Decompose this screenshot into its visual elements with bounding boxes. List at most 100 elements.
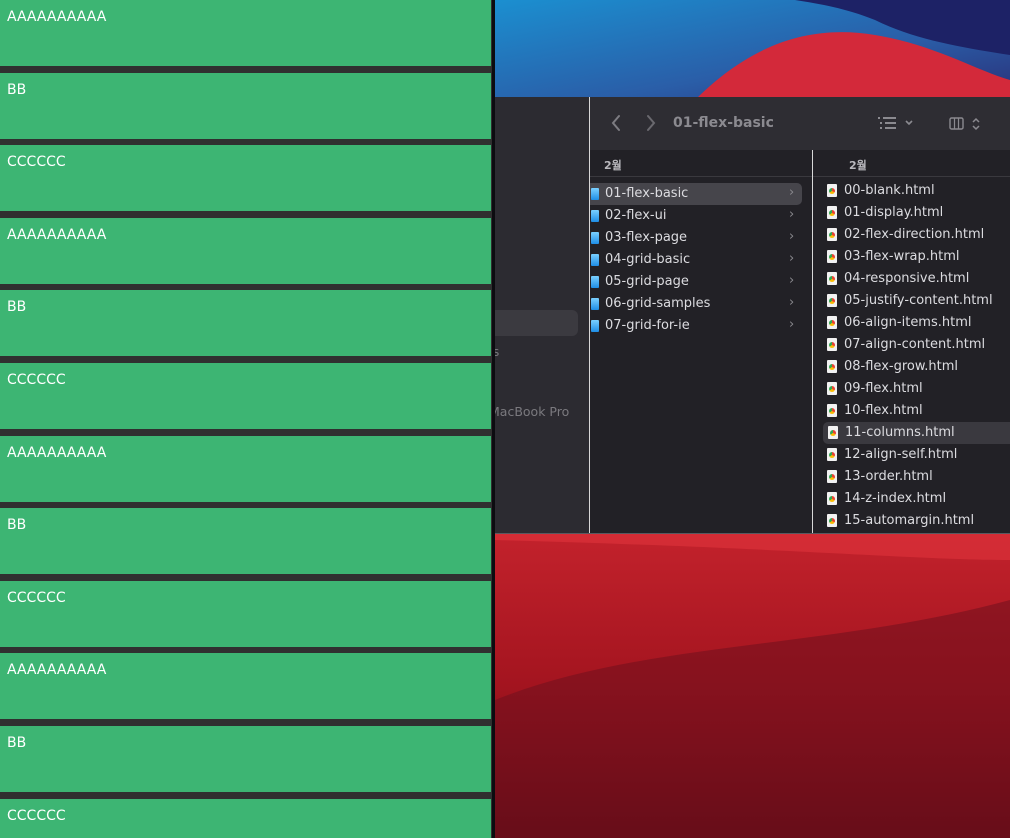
html-file-icon	[827, 360, 837, 373]
file-row[interactable]: 08-flex-grow.html	[822, 356, 1010, 378]
file-label: 02-flex-direction.html	[844, 227, 985, 242]
file-row[interactable]: 07-align-content.html	[822, 334, 1010, 356]
html-file-icon	[827, 492, 837, 505]
file-label: 04-responsive.html	[844, 271, 970, 286]
flex-item: CCCCCC	[0, 145, 491, 211]
html-file-icon	[827, 382, 837, 395]
file-label: 15-automargin.html	[844, 513, 975, 528]
folder-row[interactable]: 02-flex-ui ›	[590, 205, 802, 227]
file-label: 11-columns.html	[845, 425, 955, 440]
finder-toolbar: 01-flex-basic	[590, 97, 1010, 150]
html-file-icon	[827, 250, 837, 263]
flex-item: CCCCCC	[0, 799, 491, 838]
folder-label: 01-flex-basic	[605, 186, 689, 201]
chevron-right-icon: ›	[789, 273, 795, 288]
file-label: 12-align-self.html	[844, 447, 958, 462]
flex-item: CCCCCC	[0, 581, 491, 647]
file-row[interactable]: 10-flex.html	[822, 400, 1010, 422]
html-file-icon	[827, 514, 837, 527]
file-row[interactable]: 03-flex-wrap.html	[822, 246, 1010, 268]
folder-icon	[591, 210, 599, 222]
html-file-icon	[827, 448, 837, 461]
file-row[interactable]: 09-flex.html	[822, 378, 1010, 400]
html-file-icon	[827, 206, 837, 219]
chevron-right-icon: ›	[789, 207, 795, 222]
folder-icon	[591, 188, 599, 200]
forward-button[interactable]	[645, 114, 657, 136]
flex-item: BB	[0, 290, 491, 356]
html-file-icon	[828, 426, 838, 439]
column-header-1: 2월	[590, 150, 812, 177]
folder-row[interactable]: 06-grid-samples ›	[590, 293, 802, 315]
file-row[interactable]: 01-display.html	[822, 202, 1010, 224]
file-label: 13-order.html	[844, 469, 933, 484]
folder-icon	[591, 298, 599, 310]
html-file-icon	[827, 338, 837, 351]
browser-viewport: AAAAAAAAAA BB CCCCCC AAAAAAAAAA BB CCCCCC AAAA…	[0, 0, 492, 838]
view-options-button[interactable]	[878, 115, 918, 135]
file-row[interactable]: 15-automargin.html	[822, 510, 1010, 532]
file-label: 14-z-index.html	[844, 491, 947, 506]
column-divider[interactable]	[812, 150, 813, 534]
file-row[interactable]: 05-justify-content.html	[822, 290, 1010, 312]
file-row[interactable]: 12-align-self.html	[822, 444, 1010, 466]
html-file-icon	[827, 228, 837, 241]
file-row[interactable]: 13-order.html	[822, 466, 1010, 488]
html-file-icon	[827, 404, 837, 417]
file-label: 09-flex.html	[844, 381, 923, 396]
file-row[interactable]: 14-z-index.html	[822, 488, 1010, 510]
column-view-icon	[949, 117, 980, 131]
finder-content: 01-flex-basic 2월 2월 01-flex-basic › 02-f…	[589, 97, 1010, 534]
folder-label: 04-grid-basic	[605, 252, 691, 267]
sidebar-device-macbook[interactable]: MacBook Pro	[495, 404, 569, 419]
folder-row[interactable]: 07-grid-for-ie ›	[590, 315, 802, 337]
folder-row[interactable]: 03-flex-page ›	[590, 227, 802, 249]
flex-item: AAAAAAAAAA	[0, 436, 491, 502]
flex-item: BB	[0, 726, 491, 792]
list-view-icon	[878, 117, 913, 129]
finder-window: s MacBook Pro 01-flex-basic 2월 2월 01-fle…	[495, 97, 1010, 534]
folder-row[interactable]: 04-grid-basic ›	[590, 249, 802, 271]
file-label: 05-justify-content.html	[844, 293, 993, 308]
chevron-right-icon: ›	[789, 317, 795, 332]
html-file-icon	[827, 470, 837, 483]
file-row[interactable]: 11-columns.html	[823, 422, 1010, 444]
chevron-right-icon	[647, 115, 656, 131]
folder-row[interactable]: 01-flex-basic ›	[590, 183, 802, 205]
file-label: 07-align-content.html	[844, 337, 986, 352]
folder-icon	[591, 232, 599, 244]
folder-row[interactable]: 05-grid-page ›	[590, 271, 802, 293]
file-label: 06-align-items.html	[844, 315, 972, 330]
window-title: 01-flex-basic	[673, 115, 774, 131]
chevron-left-icon	[611, 115, 620, 131]
html-file-icon	[827, 294, 837, 307]
file-label: 03-flex-wrap.html	[844, 249, 960, 264]
flex-item: AAAAAAAAAA	[0, 0, 491, 66]
file-label: 08-flex-grow.html	[844, 359, 959, 374]
folder-label: 05-grid-page	[605, 274, 689, 289]
column-view-button[interactable]	[949, 115, 983, 137]
flex-item: CCCCCC	[0, 363, 491, 429]
file-label: 01-display.html	[844, 205, 944, 220]
html-file-icon	[827, 184, 837, 197]
html-file-icon	[827, 316, 837, 329]
back-button[interactable]	[610, 114, 622, 136]
chevron-right-icon: ›	[789, 251, 795, 266]
file-row[interactable]: 02-flex-direction.html	[822, 224, 1010, 246]
chevron-right-icon: ›	[789, 229, 795, 244]
file-row[interactable]: 06-align-items.html	[822, 312, 1010, 334]
folder-icon	[591, 320, 599, 332]
flex-item: AAAAAAAAAA	[0, 218, 491, 284]
sidebar-selected-item[interactable]	[495, 310, 578, 336]
column-header-2: 2월	[813, 150, 1010, 177]
file-row[interactable]: 00-blank.html	[822, 180, 1010, 202]
folder-icon	[591, 254, 599, 266]
file-label: 10-flex.html	[844, 403, 923, 418]
chevron-right-icon: ›	[789, 295, 795, 310]
file-row[interactable]: 04-responsive.html	[822, 268, 1010, 290]
folder-label: 07-grid-for-ie	[605, 318, 690, 333]
flex-item: AAAAAAAAAA	[0, 653, 491, 719]
sidebar-label-fragment: s	[495, 345, 500, 359]
finder-sidebar: s MacBook Pro	[495, 97, 589, 534]
html-file-icon	[827, 272, 837, 285]
